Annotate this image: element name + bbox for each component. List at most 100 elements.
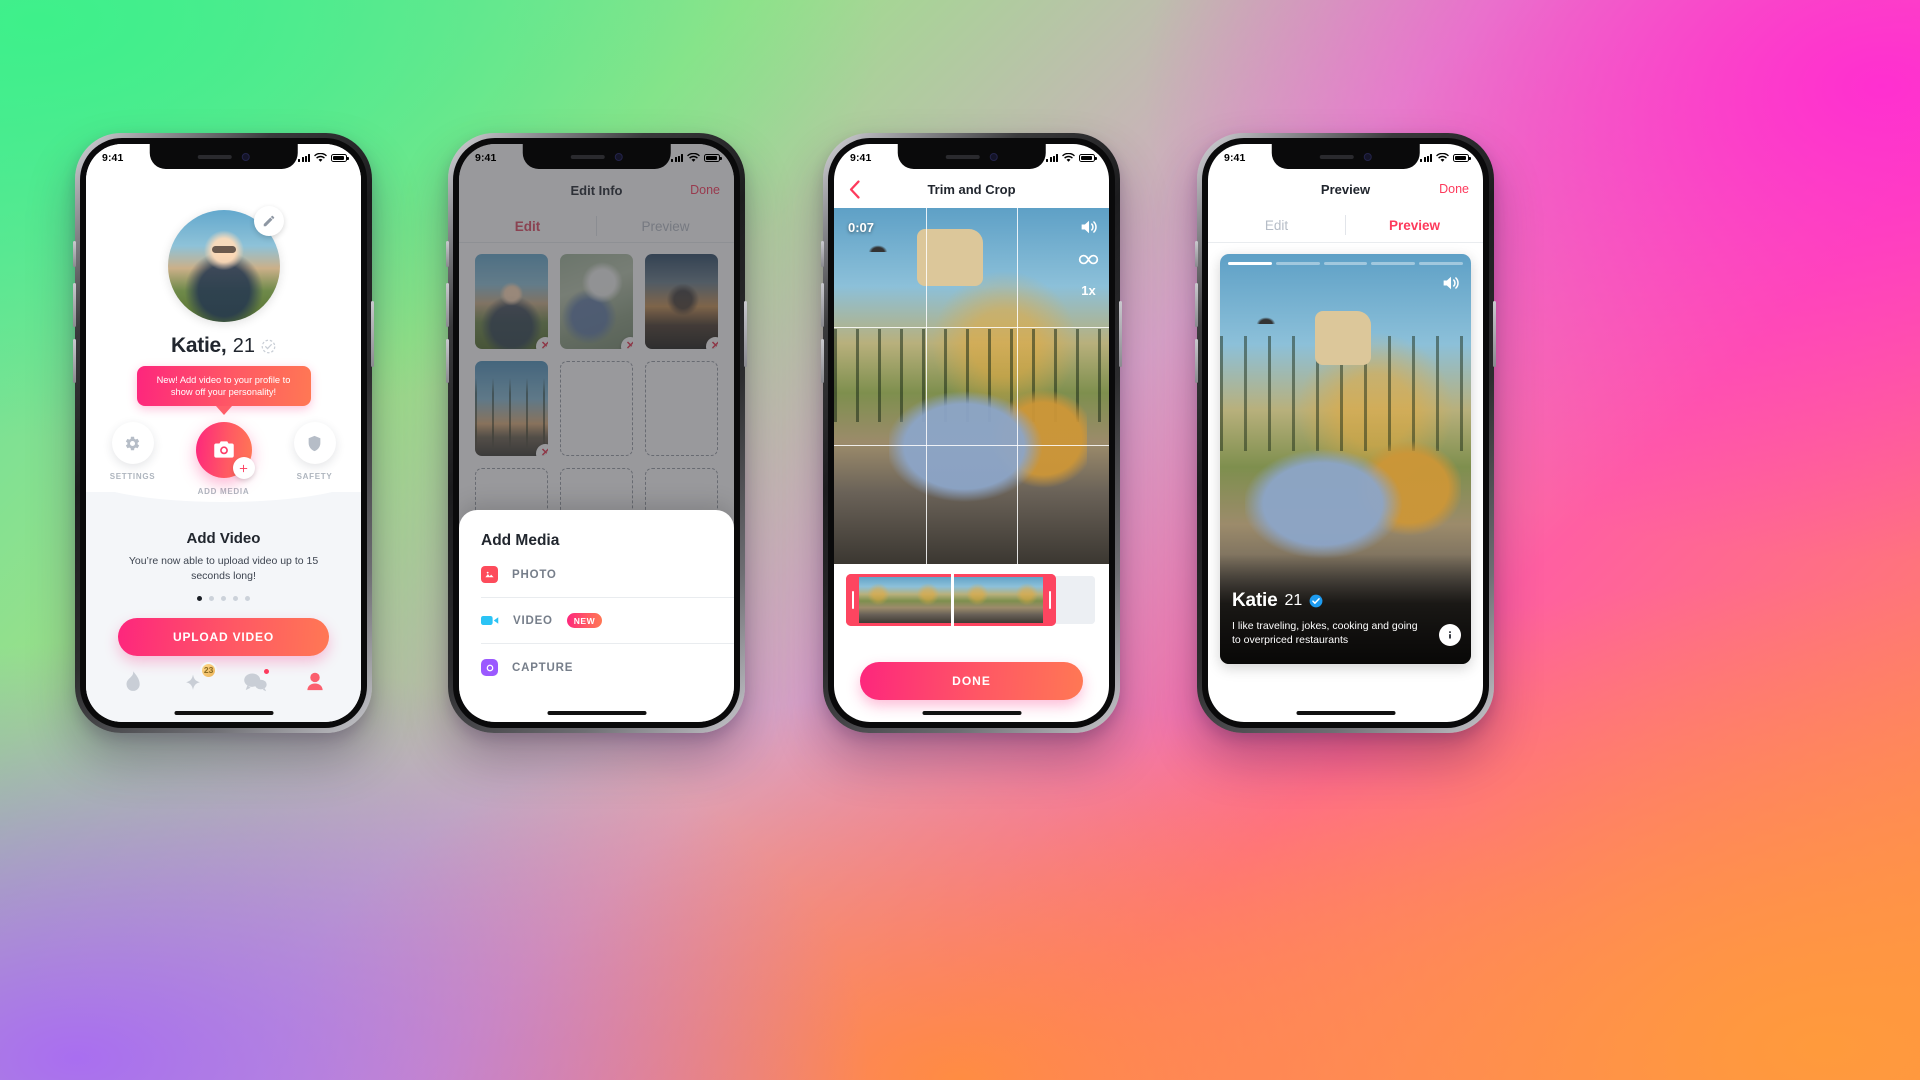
volume-button[interactable]: [1079, 218, 1099, 236]
cellular-bars-icon: [1046, 154, 1058, 162]
done-button[interactable]: DONE: [860, 662, 1083, 700]
earpiece-speaker: [1319, 154, 1354, 159]
bottom-tab-bar: 23: [86, 661, 361, 704]
edit-avatar-button[interactable]: [253, 206, 284, 236]
carousel-dot[interactable]: [245, 596, 250, 601]
battery-icon: [1079, 154, 1097, 162]
add-media-label: ADD MEDIA: [197, 487, 250, 496]
tab-preview-label: Preview: [1388, 217, 1441, 233]
profile-age: 21: [232, 334, 255, 357]
nav-bar: Trim and Crop: [834, 170, 1109, 208]
chevron-left-icon: [849, 179, 860, 199]
progress-segment[interactable]: [1323, 262, 1368, 265]
tab-profile[interactable]: [305, 671, 325, 698]
wifi-icon: [1062, 153, 1075, 162]
progress-segment[interactable]: [1371, 262, 1416, 265]
earpiece-speaker: [945, 154, 980, 159]
profile-actions-row: SETTINGS ADD MEDIA SAFETY: [86, 422, 361, 496]
cellular-bars-icon: [1420, 154, 1432, 162]
tab-chat[interactable]: [242, 668, 269, 698]
sheet-title: Add Media: [481, 532, 560, 549]
new-badge: NEW: [566, 613, 603, 628]
trim-timeline[interactable]: [848, 576, 1095, 624]
star-badge: 23: [200, 661, 218, 679]
timeline-playhead[interactable]: [951, 574, 954, 626]
status-time: 9:41: [850, 152, 872, 164]
volume-button[interactable]: [1441, 274, 1461, 292]
home-indicator: [174, 711, 273, 715]
capture-icon: [481, 659, 498, 676]
done-button[interactable]: Done: [1439, 182, 1469, 196]
sheet-item-capture-label: CAPTURE: [512, 661, 574, 674]
earpiece-speaker: [197, 154, 232, 159]
status-time: 9:41: [475, 152, 497, 164]
loop-icon: [1078, 254, 1099, 265]
battery-icon: [704, 154, 722, 162]
tab-flame[interactable]: [122, 670, 144, 699]
volume-icon: [1081, 220, 1097, 234]
timeline-frame: [897, 576, 947, 624]
progress-check-icon[interactable]: [261, 339, 276, 354]
earpiece-speaker: [570, 154, 605, 159]
tab-star[interactable]: 23: [181, 661, 218, 699]
front-camera: [614, 152, 623, 161]
settings-label: SETTINGS: [109, 472, 156, 481]
speed-button[interactable]: 1x: [1081, 283, 1095, 298]
carousel-dot[interactable]: [209, 596, 214, 601]
chat-badge-dot: [263, 668, 269, 674]
settings-button[interactable]: SETTINGS: [103, 422, 163, 481]
card-bio: I like traveling, jokes, cooking and goi…: [1232, 619, 1418, 647]
add-video-card-title: Add Video: [186, 530, 261, 547]
card-age: 21: [1284, 592, 1303, 609]
wifi-icon: [314, 153, 327, 162]
progress-segment[interactable]: [1228, 262, 1272, 265]
battery-icon: [1453, 154, 1471, 162]
sheet-item-video-label: VIDEO: [513, 614, 553, 627]
carousel-dots[interactable]: [86, 596, 361, 601]
back-button[interactable]: [848, 179, 861, 199]
notch: [522, 144, 671, 169]
bird-icon: [1255, 315, 1278, 324]
video-crop-stage[interactable]: 0:07 1x: [834, 208, 1109, 564]
phone-1-profile: 9:41 Katie , 21 New! Add video to your p…: [73, 133, 374, 733]
carousel-dot[interactable]: [233, 596, 238, 601]
card-name-row: Katie 21: [1232, 590, 1323, 612]
gear-icon: [125, 436, 140, 450]
phone-3-trim-and-crop: 9:41 Trim and Crop 0:07 1x DONE: [821, 133, 1122, 733]
shield-icon: [308, 435, 321, 451]
home-indicator: [922, 711, 1021, 715]
loop-button[interactable]: [1078, 253, 1099, 266]
add-media-button[interactable]: ADD MEDIA: [189, 422, 259, 496]
sheet-item-photo[interactable]: PHOTO: [459, 550, 734, 597]
nav-title: Trim and Crop: [927, 181, 1016, 197]
phone-4-preview: 9:41 Preview Done Edit Preview Katie 21 …: [1195, 133, 1496, 733]
progress-segment[interactable]: [1275, 262, 1320, 265]
roller-skate: [1315, 311, 1371, 365]
verified-badge-icon: [1309, 594, 1323, 608]
sheet-item-video[interactable]: VIDEO NEW: [459, 598, 734, 643]
preview-card[interactable]: Katie 21 I like traveling, jokes, cookin…: [1220, 254, 1471, 664]
story-progress-bar[interactable]: [1228, 262, 1463, 265]
trim-handle-left[interactable]: [846, 574, 859, 626]
pencil-icon: [263, 215, 274, 227]
timeline-frame: [996, 576, 1046, 624]
upload-video-button[interactable]: UPLOAD VIDEO: [118, 618, 329, 656]
info-button[interactable]: [1439, 624, 1461, 646]
tooltip-text: New! Add video to your profile to show o…: [156, 375, 291, 398]
plus-icon: [239, 464, 248, 472]
sheet-item-capture[interactable]: CAPTURE: [459, 644, 734, 691]
carousel-dot[interactable]: [197, 596, 202, 601]
carousel-dot[interactable]: [221, 596, 226, 601]
tab-edit[interactable]: Edit: [1208, 208, 1345, 242]
progress-segment[interactable]: [1419, 262, 1463, 265]
front-camera: [989, 152, 998, 161]
front-camera: [1363, 152, 1372, 161]
nav-bar: Preview Done: [1208, 170, 1483, 208]
home-indicator: [547, 711, 646, 715]
tab-preview[interactable]: Preview: [1346, 208, 1483, 242]
safety-button[interactable]: SAFETY: [285, 422, 345, 481]
trim-handle-right[interactable]: [1043, 574, 1056, 626]
timeline-frame: [946, 576, 997, 624]
video-timecode: 0:07: [848, 220, 875, 235]
cellular-bars-icon: [298, 154, 310, 162]
